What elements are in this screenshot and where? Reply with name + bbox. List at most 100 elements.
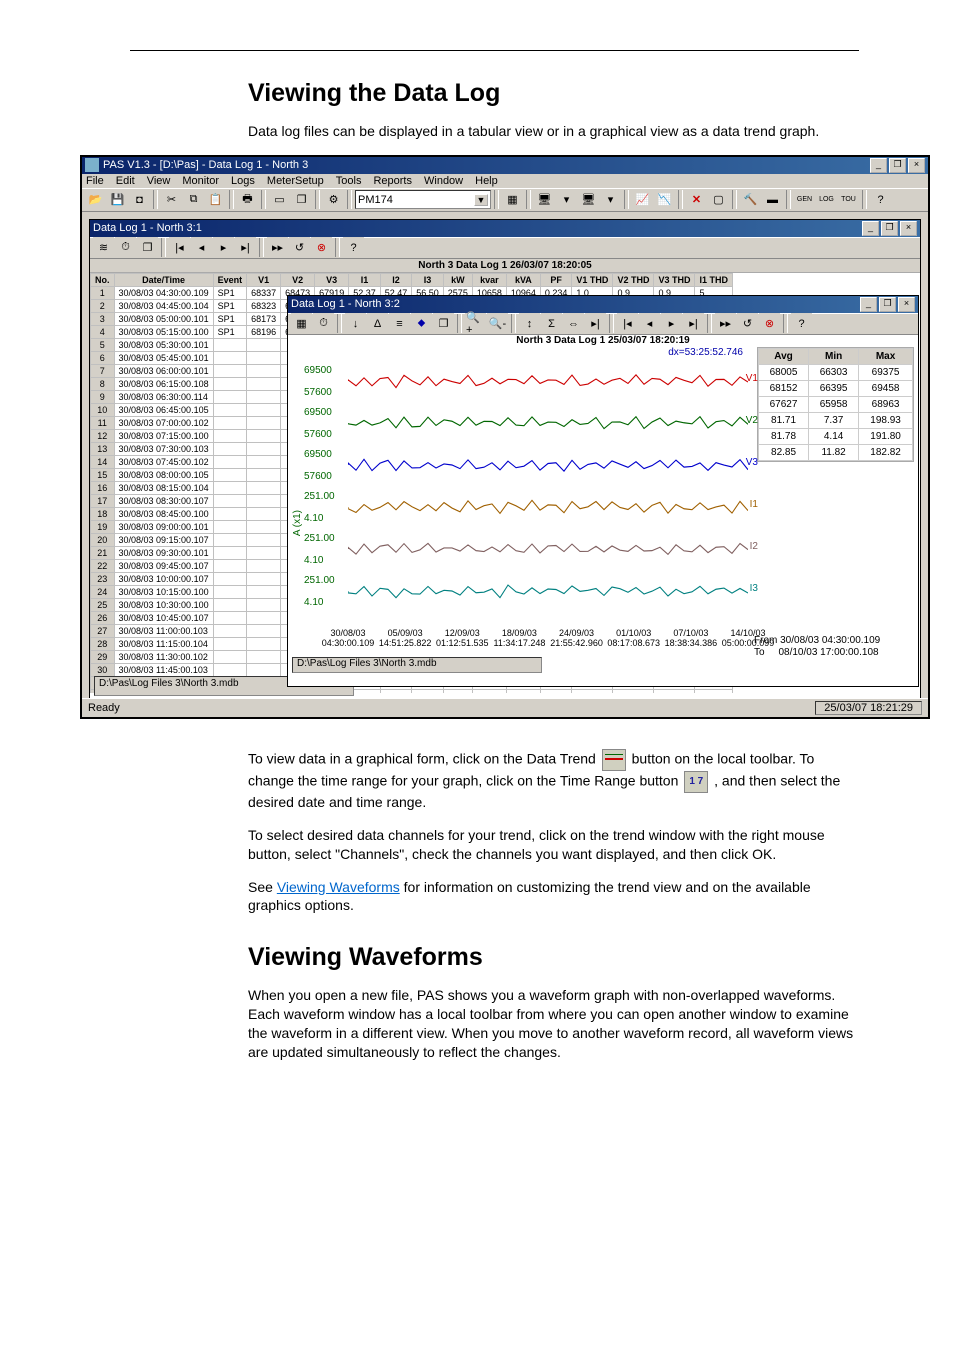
col-header[interactable]: kVA: [506, 273, 540, 286]
g-help-icon[interactable]: ?: [791, 313, 812, 334]
col-header[interactable]: V1: [247, 273, 281, 286]
paste-icon[interactable]: 📋: [205, 189, 226, 210]
stop-icon[interactable]: ⊗: [311, 237, 332, 258]
col-header[interactable]: I1: [349, 273, 381, 286]
col-header[interactable]: I3: [412, 273, 444, 286]
menu-reports[interactable]: Reports: [373, 175, 412, 187]
datalog2-titlebar[interactable]: Data Log 1 - North 3:2 _ ❐ ×: [288, 296, 918, 313]
down-arrow-icon[interactable]: ↓: [345, 313, 366, 334]
help-icon[interactable]: ?: [870, 189, 891, 210]
delta-icon[interactable]: Δ: [367, 313, 388, 334]
first-icon[interactable]: |◂: [169, 237, 190, 258]
combo-dropdown-icon[interactable]: ▼: [474, 194, 488, 206]
col-header[interactable]: I1 THD: [695, 273, 733, 286]
g-loop-icon[interactable]: ↺: [737, 313, 758, 334]
cut-icon[interactable]: ✂: [161, 189, 182, 210]
menu-help[interactable]: Help: [475, 175, 498, 187]
col-header[interactable]: kW: [443, 273, 472, 286]
g-ff-icon[interactable]: ▸▸: [715, 313, 736, 334]
col-header[interactable]: V1 THD: [572, 273, 613, 286]
col-header[interactable]: V2: [281, 273, 315, 286]
g-next-icon[interactable]: ▸: [661, 313, 682, 334]
dl1-min-button[interactable]: _: [862, 221, 879, 236]
menu-file[interactable]: File: [86, 175, 104, 187]
list-icon[interactable]: ≡: [389, 313, 410, 334]
tou-icon[interactable]: TOU: [838, 189, 859, 210]
chart-icon[interactable]: 📈: [632, 189, 653, 210]
prev-icon[interactable]: ◂: [191, 237, 212, 258]
stretch-v-icon[interactable]: ↕: [519, 313, 540, 334]
chart2-icon[interactable]: 📉: [654, 189, 675, 210]
open-icon[interactable]: 📂: [85, 189, 106, 210]
marker-icon[interactable]: ⬥: [411, 313, 432, 334]
zoom-in-icon[interactable]: 🔍+: [465, 313, 486, 334]
horiz-arrows-icon[interactable]: ⇔: [563, 313, 584, 334]
restore-button[interactable]: ❐: [889, 158, 906, 173]
dl2-max-button[interactable]: ❐: [879, 297, 896, 312]
monitor2-icon[interactable]: 🖥: [578, 189, 599, 210]
copy-icon[interactable]: ⧉: [183, 189, 204, 210]
dl1-close-button[interactable]: ×: [900, 221, 917, 236]
col-header[interactable]: No.: [91, 273, 115, 286]
next-icon[interactable]: ▸: [213, 237, 234, 258]
monitor-dd-icon[interactable]: ▾: [556, 189, 577, 210]
connect-icon[interactable]: ◘: [129, 189, 150, 210]
help-icon-2[interactable]: ?: [343, 237, 364, 258]
menu-metersetup[interactable]: MeterSetup: [267, 175, 324, 187]
monitor2-dd-icon[interactable]: ▾: [600, 189, 621, 210]
minimize-button[interactable]: _: [870, 158, 887, 173]
viewing-waveforms-link[interactable]: Viewing Waveforms: [277, 879, 400, 895]
col-header[interactable]: I2: [380, 273, 412, 286]
skip-end-icon[interactable]: ▸|: [585, 313, 606, 334]
device-combo[interactable]: PM174 ▼: [355, 190, 491, 209]
close-button[interactable]: ×: [908, 158, 925, 173]
table-view-icon[interactable]: ▦: [291, 313, 312, 334]
gen-icon[interactable]: GEN: [794, 189, 815, 210]
clone-icon-3[interactable]: ❐: [433, 313, 454, 334]
window-icon[interactable]: ▭: [269, 189, 290, 210]
loop-icon[interactable]: ↺: [289, 237, 310, 258]
menu-window[interactable]: Window: [424, 175, 463, 187]
col-header[interactable]: Event: [213, 273, 247, 286]
dl2-close-button[interactable]: ×: [898, 297, 915, 312]
g-prev-icon[interactable]: ◂: [639, 313, 660, 334]
datalog1-titlebar[interactable]: Data Log 1 - North 3:1 _ ❐ ×: [90, 220, 920, 237]
menu-monitor[interactable]: Monitor: [182, 175, 219, 187]
grid-icon[interactable]: ▦: [502, 189, 523, 210]
time-range-icon[interactable]: ⏱: [115, 237, 136, 258]
print-icon[interactable]: 🖶: [237, 189, 258, 210]
last-icon[interactable]: ▸|: [235, 237, 256, 258]
col-header[interactable]: V3 THD: [654, 273, 695, 286]
zoom-out-icon[interactable]: 🔍-: [487, 313, 508, 334]
save-icon[interactable]: 💾: [107, 189, 128, 210]
clone-icon-2[interactable]: ❐: [137, 237, 158, 258]
menu-tools[interactable]: Tools: [336, 175, 362, 187]
col-header[interactable]: Date/Time: [114, 273, 213, 286]
col-header[interactable]: kvar: [472, 273, 506, 286]
dl2-min-button[interactable]: _: [860, 297, 877, 312]
menu-view[interactable]: View: [147, 175, 171, 187]
config-icon[interactable]: ⚙: [323, 189, 344, 210]
stop-x-icon[interactable]: ✕: [686, 189, 707, 210]
col-header[interactable]: V3: [315, 273, 349, 286]
time-range-icon-2[interactable]: ⏱: [313, 313, 334, 334]
menu-edit[interactable]: Edit: [116, 175, 135, 187]
col-header[interactable]: PF: [540, 273, 572, 286]
page-icon[interactable]: ▢: [708, 189, 729, 210]
g-last-icon[interactable]: ▸|: [683, 313, 704, 334]
hammer-icon[interactable]: 🔨: [740, 189, 761, 210]
g-stop-icon[interactable]: ⊗: [759, 313, 780, 334]
log-icon[interactable]: LOG: [816, 189, 837, 210]
trend-icon[interactable]: ≋: [93, 237, 114, 258]
monitor1-icon[interactable]: 🖥: [534, 189, 555, 210]
g-first-icon[interactable]: |◂: [617, 313, 638, 334]
book-icon[interactable]: ▬: [762, 189, 783, 210]
clone-icon[interactable]: ❐: [291, 189, 312, 210]
fastfwd-icon[interactable]: ▸▸: [267, 237, 288, 258]
graph-area[interactable]: North 3 Data Log 1 25/03/07 18:20:19 dx=…: [288, 335, 918, 675]
menu-logs[interactable]: Logs: [231, 175, 255, 187]
sum-icon[interactable]: Σ: [541, 313, 562, 334]
main-titlebar[interactable]: PAS V1.3 - [D:\Pas] - Data Log 1 - North…: [82, 157, 928, 174]
dl1-max-button[interactable]: ❐: [881, 221, 898, 236]
col-header[interactable]: V2 THD: [613, 273, 654, 286]
